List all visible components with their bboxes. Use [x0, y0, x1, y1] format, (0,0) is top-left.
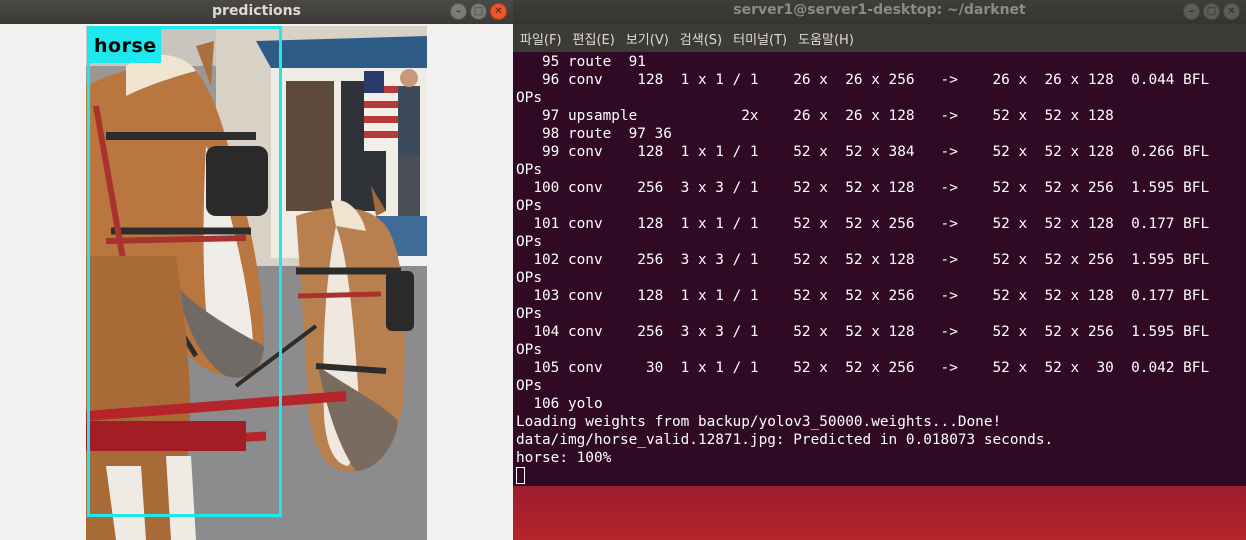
menu-edit[interactable]: 편집(E): [573, 29, 615, 48]
terminal-line: data/img/horse_valid.12871.jpg: Predicte…: [516, 432, 1054, 448]
menu-file[interactable]: 파일(F): [520, 29, 562, 48]
menu-terminal[interactable]: 터미널(T): [733, 29, 787, 48]
terminal-line: 97 upsample 2x 26 x 26 x 128 -> 52 x 52 …: [516, 108, 1114, 124]
terminal-line: 105 conv 30 1 x 1 / 1 52 x 52 x 256 -> 5…: [516, 360, 1210, 376]
terminal-line: 102 conv 256 3 x 3 / 1 52 x 52 x 128 -> …: [516, 252, 1210, 268]
terminal-line: 101 conv 128 1 x 1 / 1 52 x 52 x 256 -> …: [516, 216, 1210, 232]
terminal-menubar: 파일(F) 편집(E) 보기(V) 검색(S) 터미널(T) 도움말(H): [513, 24, 1246, 52]
menu-search[interactable]: 검색(S): [680, 29, 722, 48]
window-controls: – □ ✕: [450, 3, 507, 20]
terminal-line: 98 route 97 36: [516, 126, 672, 142]
terminal-close-button[interactable]: ✕: [1223, 3, 1240, 20]
menu-view[interactable]: 보기(V): [626, 29, 669, 48]
detection-bounding-box: horse: [87, 26, 282, 517]
terminal-line: 96 conv 128 1 x 1 / 1 26 x 26 x 256 -> 2…: [516, 72, 1210, 88]
predictions-window: predictions – □ ✕ horse: [0, 0, 513, 540]
terminal-line: OPs: [516, 306, 542, 322]
terminal-line: 100 conv 256 3 x 3 / 1 52 x 52 x 128 -> …: [516, 180, 1210, 196]
terminal-line: 95 route 91: [516, 54, 646, 70]
terminal-line: OPs: [516, 270, 542, 286]
close-button[interactable]: ✕: [490, 3, 507, 20]
terminal-output[interactable]: 95 route 91 96 conv 128 1 x 1 / 1 26 x 2…: [513, 52, 1246, 486]
terminal-line: OPs: [516, 162, 542, 178]
terminal-window-controls: – □ ✕: [1183, 3, 1240, 20]
terminal-line: OPs: [516, 90, 542, 106]
terminal-cursor: [516, 467, 525, 484]
terminal-line: horse: 100%: [516, 450, 612, 466]
detection-label: horse: [90, 29, 161, 63]
predictions-title: predictions: [212, 3, 301, 19]
maximize-button[interactable]: □: [470, 3, 487, 20]
terminal-line: Loading weights from backup/yolov3_50000…: [516, 414, 1002, 430]
menu-help[interactable]: 도움말(H): [798, 29, 854, 48]
terminal-line: 99 conv 128 1 x 1 / 1 52 x 52 x 384 -> 5…: [516, 144, 1210, 160]
terminal-prompt-line[interactable]: [516, 467, 1246, 485]
predictions-titlebar[interactable]: predictions – □ ✕: [0, 0, 513, 24]
terminal-titlebar[interactable]: server1@server1-desktop: ~/darknet – □ ✕: [513, 0, 1246, 24]
terminal-line: OPs: [516, 234, 542, 250]
minimize-button[interactable]: –: [450, 3, 467, 20]
terminal-maximize-button[interactable]: □: [1203, 3, 1220, 20]
terminal-minimize-button[interactable]: –: [1183, 3, 1200, 20]
terminal-title: server1@server1-desktop: ~/darknet: [733, 2, 1026, 18]
terminal-line: 104 conv 256 3 x 3 / 1 52 x 52 x 128 -> …: [516, 324, 1210, 340]
terminal-line: OPs: [516, 198, 542, 214]
terminal-line: OPs: [516, 342, 542, 358]
terminal-line: 103 conv 128 1 x 1 / 1 52 x 52 x 256 -> …: [516, 288, 1210, 304]
terminal-line: OPs: [516, 378, 542, 394]
terminal-window: server1@server1-desktop: ~/darknet – □ ✕…: [513, 0, 1246, 486]
terminal-line: 106 yolo: [516, 396, 603, 412]
prediction-image: horse: [86, 26, 427, 540]
